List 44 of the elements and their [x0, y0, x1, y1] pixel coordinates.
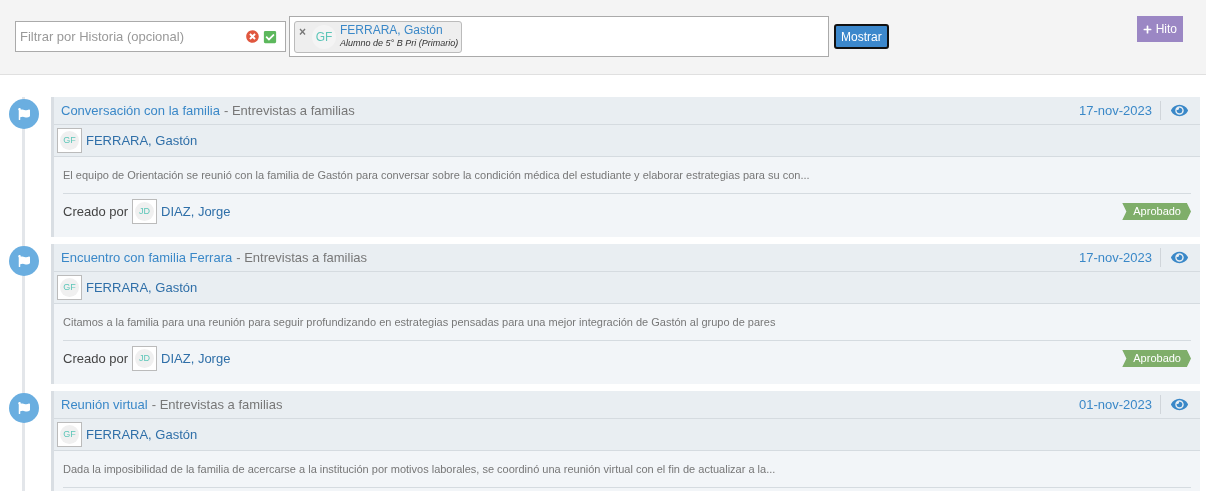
- view-icon[interactable]: [1171, 102, 1188, 119]
- entry-title[interactable]: Reunión virtual: [61, 394, 148, 415]
- entry-description: El equipo de Orientación se reunió con la familia de Gastón para conversar sobre la condición médica del estudiante y elaborar estrategias para su con...: [63, 157, 1191, 194]
- view-icon[interactable]: [1171, 396, 1188, 413]
- show-button[interactable]: Mostrar: [834, 24, 889, 49]
- entry-description: Citamos a la familia para una reunión para seguir profundizando en estrategias pensadas para una mejor integración de Gastón al grupo de pares: [63, 304, 1191, 341]
- flag-icon: [8, 393, 39, 423]
- avatar: GF: [57, 128, 82, 153]
- student-avatar: GF: [312, 24, 336, 49]
- creator-name[interactable]: DIAZ, Jorge: [161, 201, 231, 222]
- history-filter-field[interactable]: Filtrar por Historia (opcional): [15, 21, 286, 52]
- chip-student-detail: Alumno de 5° B Pri (Primario): [340, 36, 459, 50]
- student-select-field[interactable]: × GF FERRARA, Gastón Alumno de 5° B Pri (Primario): [289, 16, 829, 57]
- avatar: JD: [132, 199, 158, 224]
- avatar: GF: [57, 422, 82, 447]
- entry-date: 17-nov-2023: [1079, 100, 1161, 121]
- student-name[interactable]: FERRARA, Gastón: [86, 130, 198, 151]
- entry-category: - Entrevistas a familias: [151, 395, 283, 414]
- view-icon[interactable]: [1171, 249, 1188, 266]
- entry-category: - Entrevistas a familias: [236, 248, 367, 267]
- creator-name[interactable]: DIAZ, Jorge: [161, 348, 231, 369]
- student-name[interactable]: FERRARA, Gastón: [86, 277, 198, 298]
- confirm-icon[interactable]: [263, 29, 277, 44]
- chip-student-name: FERRARA, Gastón: [340, 23, 444, 37]
- avatar: GF: [57, 275, 82, 300]
- plus-icon: [1142, 24, 1152, 34]
- entry-date: 01-nov-2023: [1079, 394, 1161, 415]
- created-by-label: Creado por: [63, 202, 129, 221]
- entry-date: 17-nov-2023: [1079, 247, 1161, 268]
- clear-icon[interactable]: [246, 30, 259, 43]
- entry-description: Dada la imposibilidad de la familia de acercarse a la institución por motivos laborales, se coordinó una reunión virtual con el fin de actualizar a la...: [63, 451, 1191, 488]
- entry-title[interactable]: Conversación con la familia: [61, 100, 220, 121]
- avatar: JD: [132, 346, 158, 371]
- entry-category: - Entrevistas a familias: [223, 101, 355, 120]
- history-filter-input[interactable]: Filtrar por Historia (opcional): [20, 26, 246, 47]
- created-by-label: Creado por: [63, 349, 129, 368]
- remove-chip-button[interactable]: ×: [299, 22, 306, 41]
- status-tag: Aprobado: [1122, 203, 1191, 220]
- add-milestone-button[interactable]: Hito: [1136, 16, 1183, 42]
- status-tag: Aprobado: [1122, 350, 1191, 367]
- student-name[interactable]: FERRARA, Gastón: [86, 424, 198, 445]
- flag-icon: [8, 99, 39, 129]
- entry-title[interactable]: Encuentro con familia Ferrara: [61, 247, 233, 268]
- flag-icon: [8, 246, 39, 276]
